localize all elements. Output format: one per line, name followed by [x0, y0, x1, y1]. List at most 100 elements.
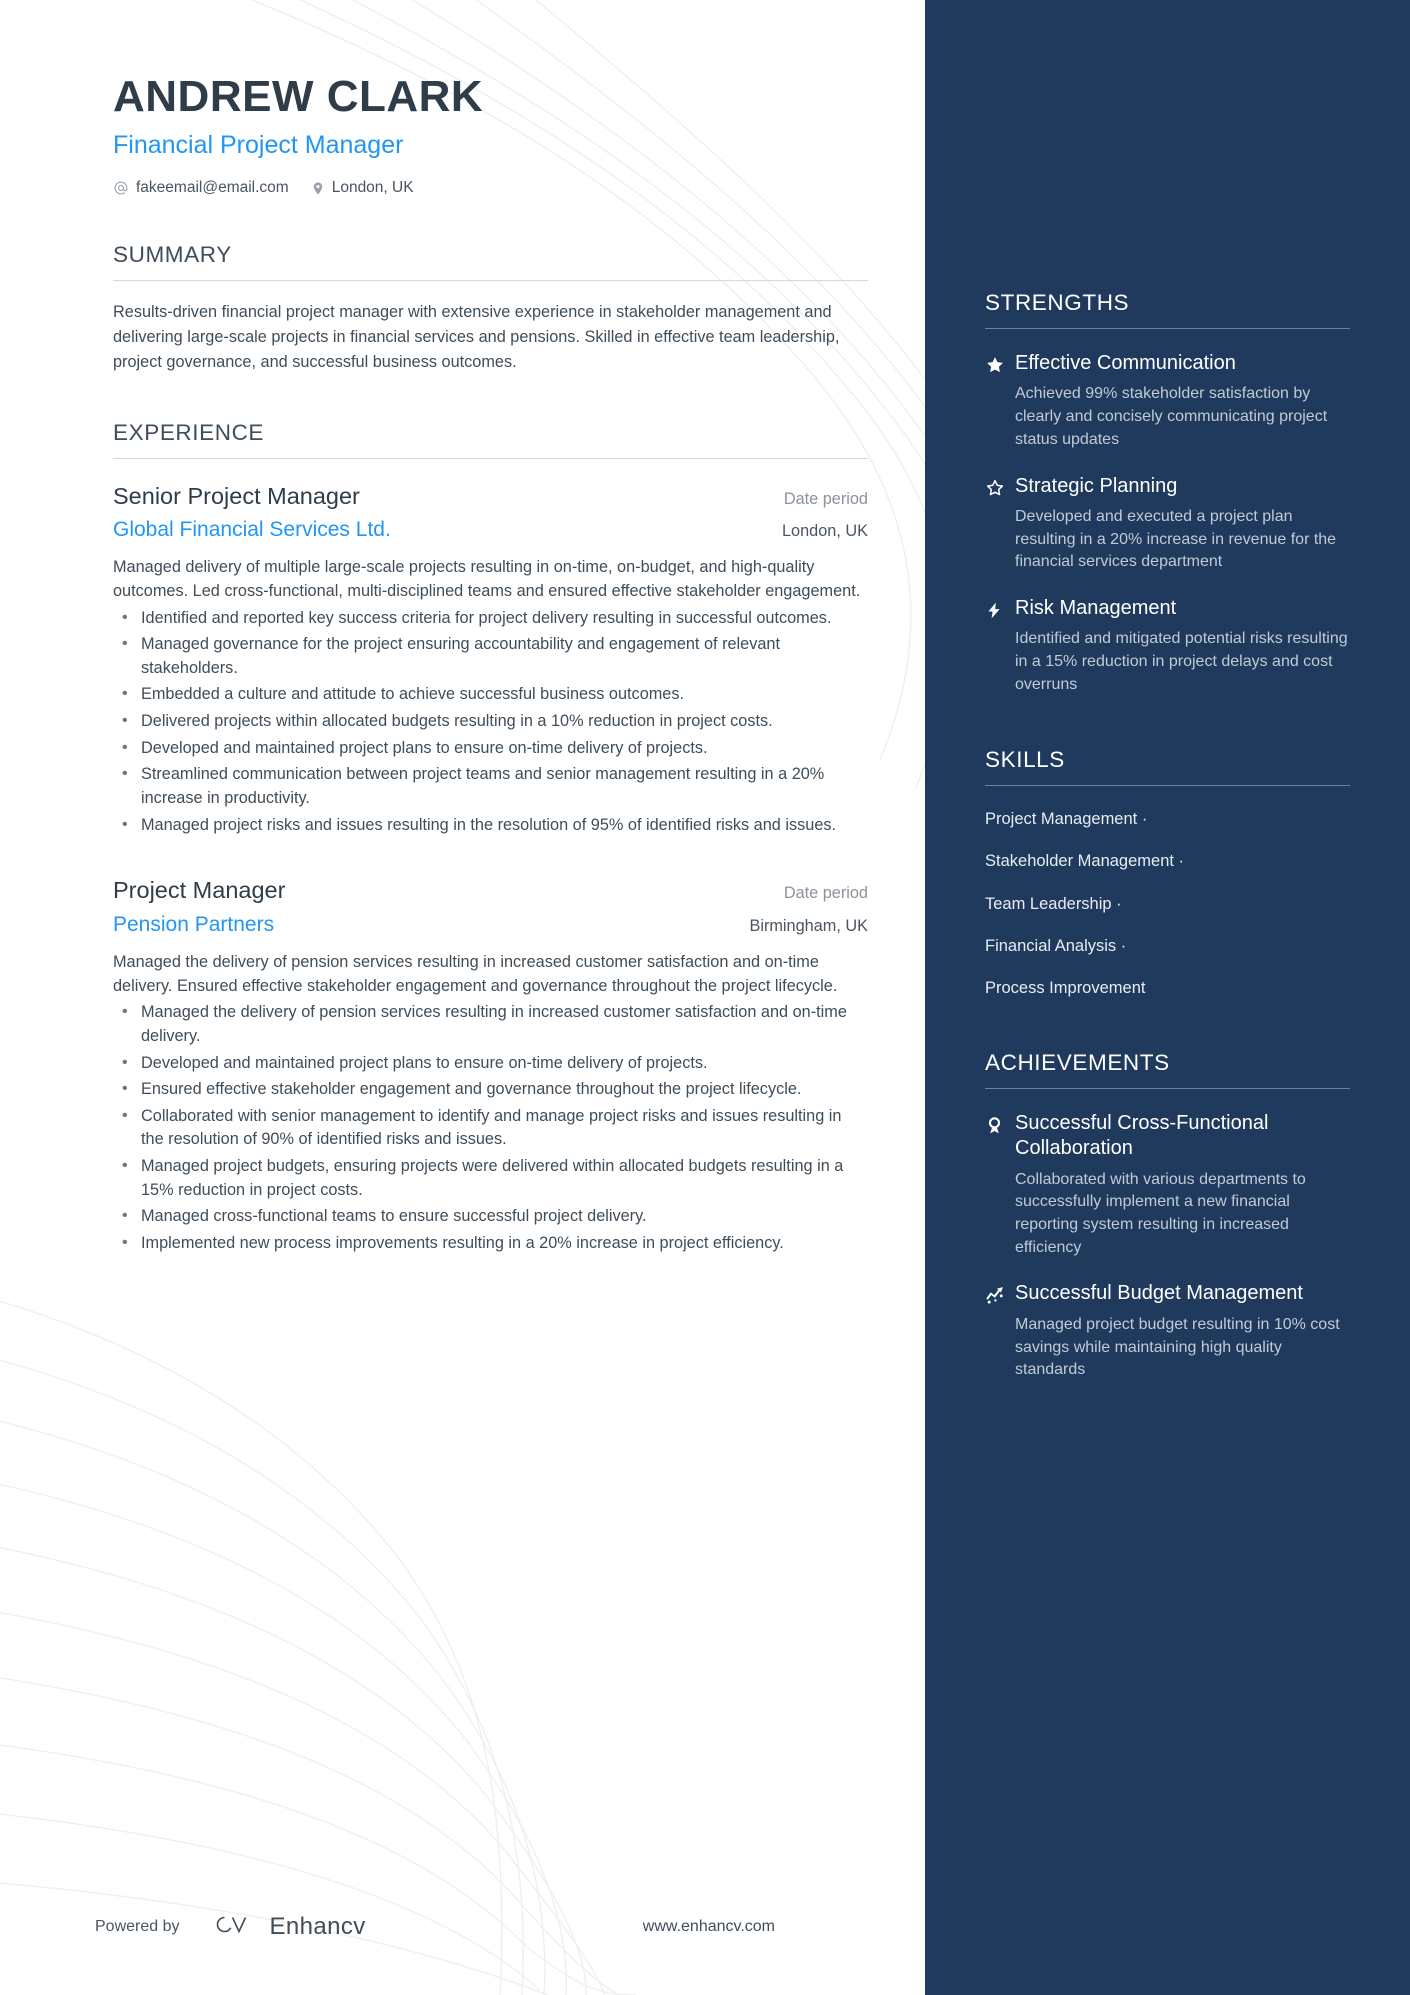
experience-bullet: Managed governance for the project ensur… [113, 632, 868, 680]
experience-bullet: Embedded a culture and attitude to achie… [113, 683, 868, 707]
skills-list: Project Management · Stakeholder Manageme… [985, 809, 1350, 1000]
experience-entry-subheader: Pension Partners Birmingham, UK [113, 912, 868, 938]
side-item-description: Achieved 99% stakeholder satisfaction by… [1015, 385, 1328, 448]
skill-item: Team Leadership · [985, 894, 1122, 913]
experience-bullet: Identified and reported key success crit… [113, 606, 868, 631]
skill-item: Stakeholder Management · [985, 852, 1185, 871]
experience-bullet: Managed project risks and issues resulti… [113, 813, 868, 838]
footer-url[interactable]: www.enhancv.com [643, 1918, 865, 1936]
strengths-list: Effective Communication Achieved 99% stak… [985, 351, 1350, 697]
side-item-title: Successful Budget Management [1015, 1282, 1303, 1305]
experience-bullet: Collaborated with senior management to i… [113, 1104, 868, 1152]
side-item-description: Identified and mitigated potential risks… [1015, 630, 1348, 693]
section-skills: SKILLS Project Management · Stakeholder M… [985, 747, 1350, 1000]
side-item-description: Collaborated with various departments to… [1015, 1170, 1306, 1256]
achievements-list: Successful Cross-Functional Collaboratio… [985, 1111, 1350, 1382]
side-item-title: Risk Management [1015, 597, 1177, 620]
award-ribbon-icon [985, 1111, 1015, 1260]
experience-company-name[interactable]: Global Financial Services Ltd. [113, 517, 391, 543]
experience-company-name[interactable]: Pension Partners [113, 912, 274, 938]
footer-brand: Enhancv [211, 1911, 366, 1943]
experience-job-title: Project Manager [113, 877, 286, 904]
experience-bullet: Managed cross-functional teams to ensure… [113, 1204, 868, 1229]
trending-up-icon [985, 1281, 1015, 1382]
contact-email[interactable]: fakeemail@email.com [113, 179, 289, 197]
footer-brand-name: Enhancv [269, 1913, 366, 1940]
star-filled-icon [985, 351, 1015, 452]
side-item-title: Successful Cross-Functional Collaboratio… [1015, 1111, 1269, 1160]
experience-bullet-list: Identified and reported key success crit… [113, 606, 868, 838]
side-item-description: Developed and executed a project plan re… [1015, 507, 1337, 571]
experience-entry: Project Manager Date period Pension Partne… [113, 875, 868, 1255]
map-pin-icon [311, 180, 325, 197]
star-outline-icon [985, 474, 1015, 575]
strengths-divider [985, 328, 1350, 329]
experience-bullet-list: Managed the delivery of pension services… [113, 1000, 868, 1256]
job-role-subtitle: Financial Project Manager [113, 131, 404, 160]
experience-bullet: Managed the delivery of pension services… [113, 1000, 868, 1048]
skill-item: Process Improvement [985, 979, 1146, 998]
at-sign-icon [113, 180, 129, 196]
section-experience: EXPERIENCE Senior Project Manager Date pe… [113, 420, 868, 1256]
footer: Powered by Enhancv www.enhancv.com [0, 1911, 925, 1943]
contact-email-text: fakeemail@email.com [136, 179, 289, 197]
experience-date-period: Date period [783, 489, 868, 508]
contact-location-text: London, UK [331, 179, 414, 197]
experience-entry-header: Project Manager Date period [113, 875, 868, 906]
achievements-heading: ACHIEVEMENTS [985, 1049, 1170, 1075]
side-item-title: Strategic Planning [1015, 474, 1178, 497]
section-achievements: ACHIEVEMENTS Successful Cross-Functional… [985, 1050, 1350, 1382]
experience-job-title: Senior Project Manager [113, 482, 360, 509]
footer-powered-by: Powered by [95, 1918, 180, 1935]
side-item-description: Managed project budget resulting in 10% … [1015, 1315, 1340, 1379]
side-item-title: Effective Communication [1015, 352, 1236, 374]
skills-heading: SKILLS [985, 746, 1065, 772]
side-list-item: Effective Communication Achieved 99% stak… [985, 351, 1350, 452]
summary-heading: SUMMARY [113, 242, 232, 268]
experience-bullet: Developed and maintained project plans t… [113, 1051, 868, 1076]
experience-entry-subheader: Global Financial Services Ltd. London, UK [113, 517, 868, 543]
section-strengths: STRENGTHS Effective Communication Achieve… [985, 290, 1350, 697]
side-item-body: Strategic Planning Developed and executed… [1015, 474, 1350, 575]
experience-bullet: Implemented new process improvements res… [113, 1231, 868, 1256]
side-item-body: Effective Communication Achieved 99% stak… [1015, 351, 1350, 452]
experience-location: London, UK [782, 522, 868, 541]
side-list-item: Successful Cross-Functional Collaboratio… [985, 1111, 1350, 1260]
contact-row: fakeemail@email.com London, UK [113, 179, 868, 197]
experience-bullet: Managed project budgets, ensuring projec… [113, 1154, 868, 1202]
experience-bullet: Ensured effective stakeholder engagement… [113, 1077, 868, 1102]
enhancv-logo-icon [211, 1911, 259, 1943]
experience-entry-header: Senior Project Manager Date period [113, 481, 868, 512]
strengths-heading: STRENGTHS [985, 290, 1130, 315]
side-list-item: Successful Budget Management Managed proj… [985, 1281, 1350, 1382]
contact-location: London, UK [311, 179, 414, 197]
lightning-bolt-icon [985, 596, 1015, 697]
experience-heading: EXPERIENCE [113, 419, 265, 445]
experience-description: Managed delivery of multiple large-scale… [113, 558, 861, 600]
side-list-item: Strategic Planning Developed and executed… [985, 474, 1350, 575]
sidebar: STRENGTHS Effective Communication Achieve… [925, 0, 1410, 1995]
side-item-body: Risk Management Identified and mitigated … [1015, 596, 1350, 697]
skill-item: Financial Analysis · [985, 936, 1127, 955]
section-summary: SUMMARY Results-driven financial project… [113, 242, 868, 374]
experience-date-period: Date period [783, 884, 868, 903]
experience-location: Birmingham, UK [749, 916, 868, 935]
side-list-item: Risk Management Identified and mitigated … [985, 596, 1350, 697]
experience-entry: Senior Project Manager Date period Global … [113, 481, 868, 838]
summary-divider [113, 280, 868, 282]
experience-bullet: Streamlined communication between projec… [113, 762, 868, 810]
achievements-divider [985, 1087, 1350, 1089]
skill-item: Project Management · [985, 809, 1148, 828]
resume-page: ANDREW CLARK Financial Project Manager f… [0, 0, 1410, 1995]
skills-divider [985, 784, 1350, 786]
summary-text: Results-driven financial project manager… [113, 303, 840, 371]
experience-description: Managed the delivery of pension services… [113, 953, 838, 995]
main-column: ANDREW CLARK Financial Project Manager f… [0, 0, 925, 1995]
experience-bullet: Delivered projects within allocated budg… [113, 709, 868, 734]
experience-divider [113, 457, 868, 459]
side-item-body: Successful Cross-Functional Collaboratio… [1015, 1111, 1350, 1260]
side-item-body: Successful Budget Management Managed proj… [1015, 1281, 1350, 1382]
page-title: ANDREW CLARK [113, 72, 484, 121]
experience-list: Senior Project Manager Date period Global … [113, 481, 868, 1256]
experience-bullet: Developed and maintained project plans t… [113, 736, 868, 761]
